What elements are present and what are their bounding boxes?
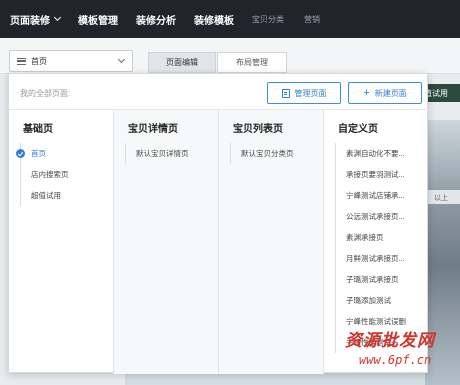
column-basic-pages: 基础页 首页 店内搜索页 超值试用 xyxy=(9,110,114,374)
column-title: 基础页 xyxy=(23,124,53,135)
page-item-custom[interactable]: 素渊自动化不要... xyxy=(336,143,406,164)
top-nav-bar: 页面装修 模板管理 装修分析 装修模板 宝贝分类 营销 xyxy=(0,0,460,38)
page-item-custom[interactable]: 子璐测试承接页 xyxy=(336,269,406,290)
column-title: 自定义页 xyxy=(338,124,378,135)
chevron-down-icon xyxy=(117,55,126,64)
nav-page-decoration-label: 页面装修 xyxy=(10,15,50,27)
check-circle-icon xyxy=(16,149,25,158)
manage-pages-label: 管理页面 xyxy=(294,88,327,98)
page-item-store-search[interactable]: 店内搜索页 xyxy=(21,164,69,185)
page-item-custom[interactable]: 公远测试承接页... xyxy=(336,206,406,227)
nav-marketing[interactable]: 营销 xyxy=(304,14,320,25)
column-item-list-pages: 宝贝列表页 默认宝贝分类页 xyxy=(219,110,324,374)
page-item-home[interactable]: 首页 xyxy=(16,143,69,164)
column-title: 宝贝详情页 xyxy=(128,124,178,135)
page-item-custom[interactable]: 素渊承接页 xyxy=(336,227,406,248)
page-item-default-detail[interactable]: 默认宝贝详情页 xyxy=(126,143,189,164)
watermark: 资源批发网 www.6pf.cn xyxy=(345,326,457,378)
plus-icon: + xyxy=(363,86,370,99)
column-item-detail-pages: 宝贝详情页 默认宝贝详情页 xyxy=(114,110,219,374)
page-item-custom[interactable]: 承接页要羽测试... xyxy=(336,164,406,185)
page-list: 素渊自动化不要... 承接页要羽测试... 宁峰测试店铺承... 公远测试承接页… xyxy=(335,143,406,353)
page-list: 首页 店内搜索页 超值试用 xyxy=(16,143,69,206)
nav-template-manage[interactable]: 模板管理 xyxy=(78,12,118,27)
page-selector-value: 首页 xyxy=(31,56,47,66)
page-item-default-category[interactable]: 默认宝贝分类页 xyxy=(231,143,294,164)
background-tag: 以上 xyxy=(428,190,460,204)
column-title: 宝贝列表页 xyxy=(233,124,283,135)
tab-page-edit[interactable]: 页面编辑 xyxy=(148,52,216,73)
new-page-button[interactable]: + 新建页面 xyxy=(348,82,422,104)
manage-pages-button[interactable]: 管理页面 xyxy=(267,82,341,104)
panel-header: 我的全部页面: 管理页面 + 新建页面 xyxy=(9,74,429,110)
page-item-custom[interactable]: 宁峰测试店铺承... xyxy=(336,185,406,206)
nav-decoration-templates[interactable]: 装修模板 xyxy=(194,12,234,27)
page-selector-dropdown[interactable]: 首页 xyxy=(9,50,133,72)
tab-layout-manage[interactable]: 布局管理 xyxy=(217,52,287,73)
nav-decoration-analysis[interactable]: 装修分析 xyxy=(136,12,176,27)
new-page-label: 新建页面 xyxy=(374,88,407,98)
page-list: 默认宝贝分类页 xyxy=(230,143,294,164)
chevron-down-icon xyxy=(53,13,62,22)
document-icon xyxy=(281,88,290,98)
watermark-text: 资源批发网 xyxy=(345,331,435,351)
watermark-url: www.6pf.cn xyxy=(359,353,432,367)
menu-icon xyxy=(17,57,26,65)
page-item-custom[interactable]: 月鲜测试承接页... xyxy=(336,248,406,269)
nav-item-categories[interactable]: 宝贝分类 xyxy=(252,14,284,25)
page-list: 默认宝贝详情页 xyxy=(125,143,189,164)
page-item-custom[interactable]: 子璐添加测试 xyxy=(336,290,406,311)
page-item-trial[interactable]: 超值试用 xyxy=(21,185,69,206)
panel-label: 我的全部页面: xyxy=(20,89,71,98)
nav-page-decoration[interactable]: 页面装修 xyxy=(10,12,62,27)
